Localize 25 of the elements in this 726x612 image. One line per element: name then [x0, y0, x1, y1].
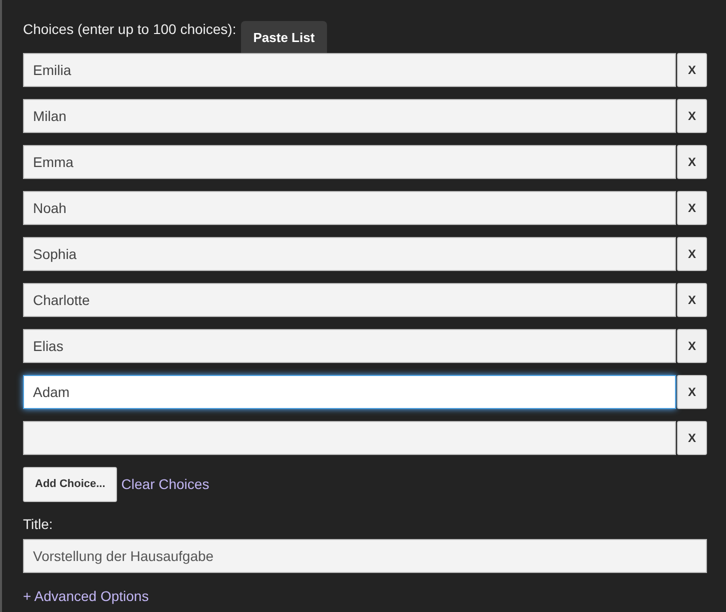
remove-choice-button[interactable]: X: [677, 191, 707, 225]
title-label: Title:: [23, 515, 54, 534]
remove-choice-button[interactable]: X: [677, 145, 707, 179]
choice-field[interactable]: Emma: [23, 145, 676, 179]
remove-choice-button[interactable]: X: [677, 99, 707, 133]
choice-field[interactable]: [23, 421, 676, 455]
choice-field[interactable]: Charlotte: [23, 283, 676, 317]
remove-choice-button[interactable]: X: [677, 283, 707, 317]
choice-field[interactable]: Sophia: [23, 237, 676, 271]
advanced-options-link[interactable]: + Advanced Options: [23, 588, 149, 604]
remove-choice-button[interactable]: X: [677, 53, 707, 87]
clear-choices-link[interactable]: Clear Choices: [121, 474, 210, 495]
remove-choice-button[interactable]: X: [677, 329, 707, 363]
add-choice-button[interactable]: Add Choice...: [23, 467, 118, 502]
choice-field[interactable]: Emilia: [23, 53, 676, 87]
title-field[interactable]: Vorstellung der Hausaufgabe: [23, 539, 707, 573]
remove-choice-button[interactable]: X: [677, 375, 707, 409]
paste-list-button[interactable]: Paste List: [241, 21, 327, 54]
choice-field[interactable]: Elias: [23, 329, 676, 363]
remove-choice-button[interactable]: X: [677, 237, 707, 271]
choice-field[interactable]: Adam: [23, 375, 676, 409]
choice-field[interactable]: Milan: [23, 99, 676, 133]
choices-label: Choices (enter up to 100 choices):: [23, 20, 236, 39]
choice-field[interactable]: Noah: [23, 191, 676, 225]
remove-choice-button[interactable]: X: [677, 421, 707, 455]
